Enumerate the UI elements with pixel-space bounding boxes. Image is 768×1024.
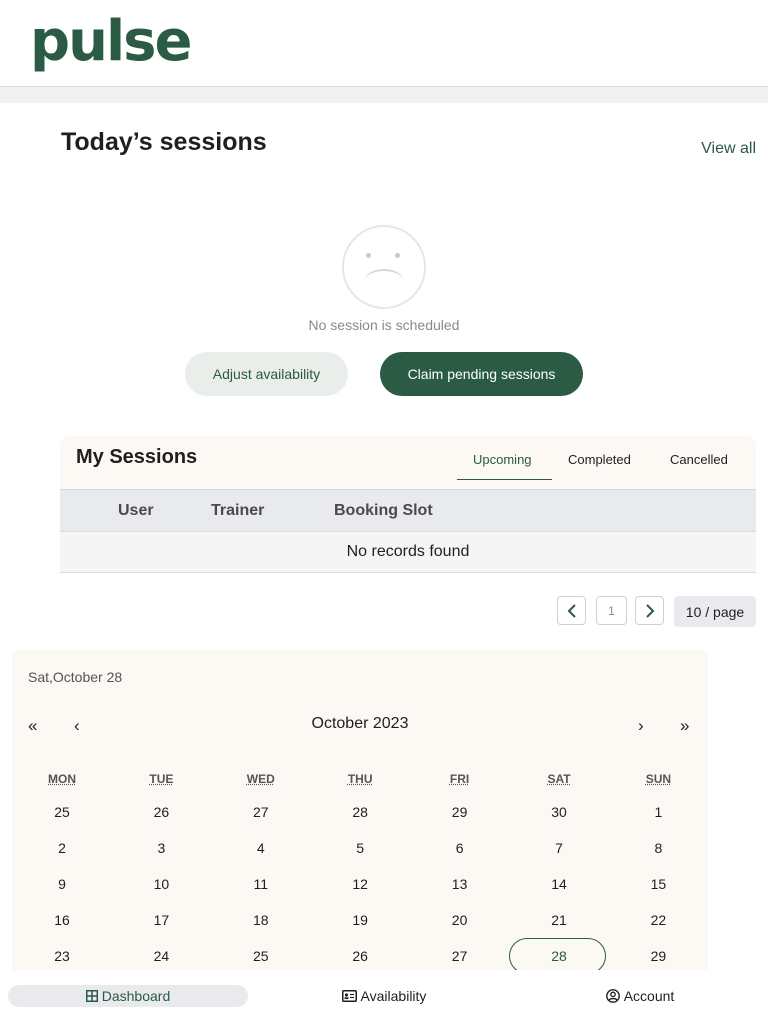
- chevron-right-icon: [645, 603, 654, 618]
- calendar-day[interactable]: 1: [608, 794, 708, 830]
- calendar-month-label[interactable]: October 2023: [12, 715, 708, 733]
- prev-page-button[interactable]: [557, 596, 586, 625]
- calendar-day[interactable]: 29: [410, 794, 510, 830]
- calendar-day[interactable]: 12: [310, 866, 410, 902]
- right-eye: [395, 253, 400, 258]
- weekday-header: THU: [347, 772, 373, 786]
- next-month-button[interactable]: ›: [638, 716, 644, 736]
- weekday-header: WED: [246, 772, 275, 786]
- calendar-day[interactable]: 26: [111, 794, 211, 830]
- calendar-day[interactable]: 30: [509, 794, 609, 830]
- column-user: User: [118, 502, 154, 519]
- my-sessions-card: My Sessions Upcoming Completed Cancelled…: [60, 436, 756, 573]
- nav-account-label: Account: [623, 988, 675, 1004]
- grid-icon: [85, 990, 98, 1002]
- weekday-header: SAT: [547, 772, 571, 786]
- header-divider-band: [0, 87, 768, 103]
- calendar-day[interactable]: 13: [410, 866, 510, 902]
- calendar-day[interactable]: 7: [509, 830, 609, 866]
- calendar-day[interactable]: 14: [509, 866, 609, 902]
- calendar-day[interactable]: 17: [111, 902, 211, 938]
- column-trainer: Trainer: [211, 502, 265, 519]
- calendar-day[interactable]: 2: [12, 830, 112, 866]
- calendar-day[interactable]: 5: [310, 830, 410, 866]
- calendar-day[interactable]: 25: [12, 794, 112, 830]
- left-eye: [366, 253, 371, 258]
- pulse-logo[interactable]: pulse: [30, 2, 192, 82]
- sessions-table-header: User Trainer Booking Slot: [60, 489, 756, 531]
- no-records-text: No records found: [346, 543, 470, 560]
- column-booking-slot: Booking Slot: [334, 502, 433, 519]
- calendar-day[interactable]: 16: [12, 902, 112, 938]
- calendar-day[interactable]: 9: [12, 866, 112, 902]
- calendar-day[interactable]: 23: [12, 938, 112, 970]
- calendar-day[interactable]: 4: [211, 830, 311, 866]
- calendar-day[interactable]: 26: [310, 938, 410, 970]
- nav-availability-label: Availability: [360, 988, 427, 1004]
- id-card-icon: [341, 990, 357, 1002]
- calendar-day[interactable]: 27: [211, 794, 311, 830]
- active-tab-indicator: [457, 479, 552, 480]
- nav-dashboard[interactable]: Dashboard: [8, 985, 248, 1007]
- claim-pending-sessions-button[interactable]: Claim pending sessions: [380, 352, 583, 396]
- calendar-day[interactable]: 27: [410, 938, 510, 970]
- calendar-day[interactable]: 28: [310, 794, 410, 830]
- calendar-day[interactable]: 11: [211, 866, 311, 902]
- my-sessions-header: My Sessions Upcoming Completed Cancelled: [60, 436, 756, 489]
- chevron-left-icon: [567, 603, 576, 618]
- nav-dashboard-label: Dashboard: [101, 988, 171, 1004]
- calendar-day[interactable]: 18: [211, 902, 311, 938]
- weekday-header: FRI: [449, 772, 470, 786]
- calendar-day[interactable]: 15: [608, 866, 708, 902]
- calendar-day[interactable]: 8: [608, 830, 708, 866]
- nav-account[interactable]: Account: [578, 985, 702, 1007]
- no-session-message: No session is scheduled: [308, 317, 460, 333]
- frown-mouth: [364, 269, 404, 295]
- user-circle-icon: [605, 989, 620, 1003]
- adjust-availability-button[interactable]: Adjust availability: [185, 352, 348, 396]
- calendar-day-selected[interactable]: 28: [509, 938, 609, 970]
- calendar-selected-date: Sat,October 28: [28, 669, 123, 685]
- nav-availability[interactable]: Availability: [308, 985, 460, 1007]
- bottom-navigation: Dashboard Availability Account: [0, 970, 768, 1024]
- next-page-button[interactable]: [635, 596, 664, 625]
- calendar-day[interactable]: 6: [410, 830, 510, 866]
- my-sessions-title: My Sessions: [76, 446, 198, 468]
- calendar-day[interactable]: 20: [410, 902, 510, 938]
- weekday-header: TUE: [149, 772, 174, 786]
- table-empty-row: No records found: [60, 531, 756, 573]
- sad-face-icon: [342, 225, 426, 309]
- calendar-day[interactable]: 25: [211, 938, 311, 970]
- calendar-day[interactable]: 19: [310, 902, 410, 938]
- calendar-day[interactable]: 22: [608, 902, 708, 938]
- tab-upcoming[interactable]: Upcoming: [473, 452, 532, 467]
- calendar-day[interactable]: 10: [111, 866, 211, 902]
- calendar-day[interactable]: 3: [111, 830, 211, 866]
- view-all-link[interactable]: View all: [701, 140, 756, 158]
- weekday-header: MON: [48, 772, 76, 786]
- tab-completed[interactable]: Completed: [568, 452, 631, 467]
- page-number[interactable]: 1: [596, 596, 627, 625]
- calendar: Sat,October 28 « ‹ October 2023 › » MON T…: [12, 650, 708, 970]
- page-size-select[interactable]: 10 / page: [674, 596, 756, 627]
- calendar-day[interactable]: 29: [608, 938, 708, 970]
- weekday-header: SUN: [645, 772, 672, 786]
- next-year-button[interactable]: »: [680, 716, 689, 736]
- app-header: pulse: [0, 0, 768, 87]
- todays-sessions-title: Today’s sessions: [61, 128, 267, 156]
- tab-cancelled[interactable]: Cancelled: [670, 452, 728, 467]
- calendar-day[interactable]: 21: [509, 902, 609, 938]
- calendar-day[interactable]: 24: [111, 938, 211, 970]
